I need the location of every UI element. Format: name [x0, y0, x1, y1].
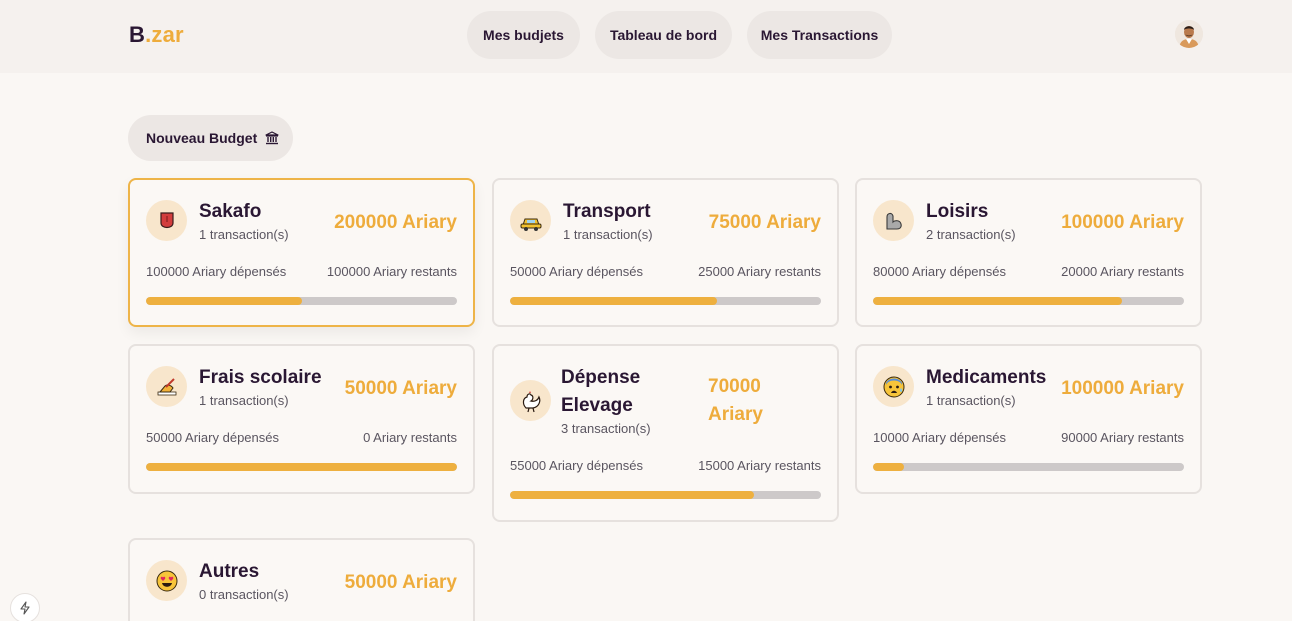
nav-tableau-de-bord[interactable]: Tableau de bord — [595, 11, 732, 59]
budget-card-transport[interactable]: Transport 1 transaction(s) 75000 Ariary … — [492, 178, 839, 327]
remaining-amount: 0 Ariary restants — [363, 430, 457, 445]
spent-amount: 100000 Ariary dépensés — [146, 264, 287, 279]
progress-bar — [873, 463, 1184, 471]
budget-card-depense-elevage[interactable]: Dépense Elevage 3 transaction(s) 70000 A… — [492, 344, 839, 522]
budget-name: Medicaments — [926, 367, 1047, 388]
budget-amount: 100000 Ariary — [1061, 378, 1184, 399]
top-navbar: B.zar Mes budjets Tableau de bord Mes Tr… — [0, 0, 1292, 73]
progress-fill — [873, 463, 905, 471]
spent-amount: 55000 Ariary dépensés — [510, 458, 643, 473]
spent-amount: 50000 Ariary dépensés — [146, 430, 279, 445]
remaining-amount: 25000 Ariary restants — [698, 264, 821, 279]
remaining-amount: 15000 Ariary restants — [698, 458, 821, 473]
budget-name-line2: Elevage — [561, 395, 633, 416]
progress-fill — [873, 297, 1122, 305]
budget-amount: 100000 Ariary — [1061, 212, 1184, 233]
rooster-emoji-icon — [510, 380, 551, 421]
budget-card-loisirs[interactable]: Loisirs 2 transaction(s) 100000 Ariary 8… — [855, 178, 1202, 327]
tongue-emoji-icon — [146, 200, 187, 241]
transaction-count: 1 transaction(s) — [563, 227, 653, 242]
transaction-count: 0 transaction(s) — [199, 587, 289, 602]
transaction-count: 2 transaction(s) — [926, 227, 1016, 242]
progress-bar — [510, 491, 821, 499]
budget-name: Transport — [563, 201, 651, 222]
transaction-count: 3 transaction(s) — [561, 421, 651, 436]
transaction-count: 1 transaction(s) — [199, 393, 289, 408]
anxious-face-emoji-icon — [873, 366, 914, 407]
progress-fill — [510, 297, 718, 305]
progress-bar — [510, 297, 821, 305]
budget-amount: 75000 Ariary — [708, 212, 821, 233]
budget-amount: 70000 Ariary — [708, 373, 763, 429]
budget-card-frais-scolaire[interactable]: Frais scolaire 1 transaction(s) 50000 Ar… — [128, 344, 475, 494]
budget-amount-line1: 70000 — [708, 376, 761, 397]
user-avatar[interactable] — [1175, 20, 1203, 48]
spent-amount: 50000 Ariary dépensés — [510, 264, 643, 279]
spent-amount: 10000 Ariary dépensés — [873, 430, 1006, 445]
budget-name: Autres — [199, 561, 260, 582]
taxi-emoji-icon — [510, 200, 551, 241]
budget-name: Loisirs — [926, 201, 989, 222]
budget-name-line1: Dépense — [561, 367, 641, 388]
bank-icon — [265, 131, 279, 145]
budget-name: Frais scolaire — [199, 367, 322, 388]
transaction-count: 1 transaction(s) — [926, 393, 1016, 408]
budget-amount: 200000 Ariary — [334, 212, 457, 233]
progress-bar — [146, 463, 457, 471]
heart-eyes-emoji-icon — [146, 560, 187, 601]
nav-mes-budjets[interactable]: Mes budjets — [467, 11, 580, 59]
new-budget-button[interactable]: Nouveau Budget — [128, 115, 293, 161]
lightning-icon[interactable] — [10, 593, 40, 621]
writing-hand-emoji-icon — [146, 366, 187, 407]
progress-bar — [146, 297, 457, 305]
new-budget-label: Nouveau Budget — [146, 130, 258, 146]
remaining-amount: 20000 Ariary restants — [1061, 264, 1184, 279]
progress-fill — [510, 491, 755, 499]
budget-name: Sakafo — [199, 201, 262, 222]
budget-card-sakafo[interactable]: Sakafo 1 transaction(s) 200000 Ariary 10… — [128, 178, 475, 327]
remaining-amount: 90000 Ariary restants — [1061, 430, 1184, 445]
budget-amount: 50000 Ariary — [344, 572, 457, 593]
flexed-arm-emoji-icon — [873, 200, 914, 241]
transaction-count: 1 transaction(s) — [199, 227, 289, 242]
spent-amount: 80000 Ariary dépensés — [873, 264, 1006, 279]
nav-mes-transactions[interactable]: Mes Transactions — [747, 11, 892, 59]
progress-bar — [873, 297, 1184, 305]
budget-card-medicaments[interactable]: Medicaments 1 transaction(s) 100000 Aria… — [855, 344, 1202, 494]
progress-fill — [146, 297, 302, 305]
progress-fill — [146, 463, 457, 471]
budget-amount: 50000 Ariary — [344, 378, 457, 399]
app-logo[interactable]: B.zar — [129, 22, 184, 48]
budget-amount-line2: Ariary — [708, 404, 763, 425]
budget-card-autres[interactable]: Autres 0 transaction(s) 50000 Ariary — [128, 538, 475, 621]
budget-name: Dépense Elevage — [561, 364, 640, 420]
remaining-amount: 100000 Ariary restants — [326, 264, 457, 279]
